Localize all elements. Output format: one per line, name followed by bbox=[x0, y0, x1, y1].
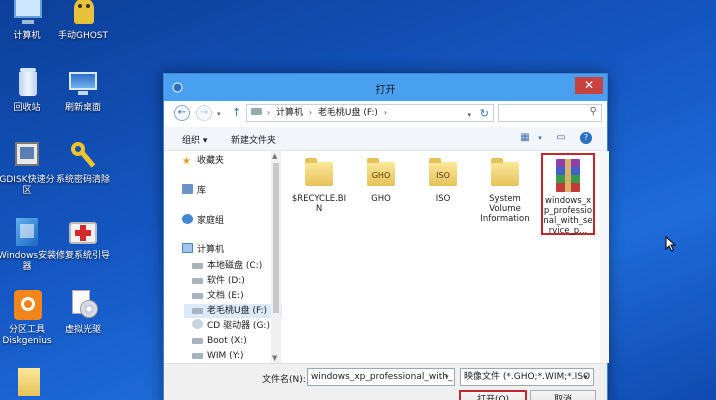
repair-kit-icon bbox=[66, 214, 100, 248]
cd-drive-icon bbox=[192, 319, 203, 329]
nav-drive-y[interactable]: WIM (Y:) bbox=[192, 349, 282, 363]
address-dropdown-icon[interactable]: ▾ bbox=[467, 107, 471, 121]
file-list-scrollbar[interactable] bbox=[600, 151, 609, 363]
folder-icon bbox=[302, 156, 336, 190]
nav-computer[interactable]: 计算机 bbox=[182, 243, 282, 257]
chevron-right-icon: › bbox=[266, 108, 271, 117]
nav-homegroup[interactable]: 家庭组 bbox=[182, 214, 282, 228]
star-icon: ★ bbox=[182, 156, 191, 167]
folder-icon bbox=[488, 156, 522, 190]
ghost-icon bbox=[66, 0, 100, 28]
folder-icon: ISO bbox=[426, 156, 460, 190]
nav-drive-d[interactable]: 软件 (D:) bbox=[192, 274, 282, 288]
up-button[interactable]: ↑ bbox=[232, 106, 241, 119]
filetype-select[interactable]: 映像文件 (*.GHO;*.WIM;*.ISO bbox=[460, 368, 594, 386]
scroll-down-icon[interactable]: ▼ bbox=[272, 354, 277, 362]
preview-pane-icon[interactable]: ▭ bbox=[554, 131, 568, 145]
refresh-icon[interactable]: ↻ bbox=[480, 106, 489, 121]
help-icon[interactable]: ? bbox=[580, 132, 592, 144]
command-toolbar: 组织 ▾ 新建文件夹 ▦ ▾ ▭ ? bbox=[164, 127, 607, 151]
desktop-icon-windows-installer[interactable]: Windows安装器 bbox=[0, 214, 57, 273]
recent-locations-dropdown[interactable]: ▾ bbox=[217, 110, 221, 118]
open-file-dialog: 打开 ✕ ← → ▾ ↑ › 计算机 › 老毛桃U盘 (F:) › ▾ ↻ ⚲ … bbox=[163, 73, 609, 400]
chevron-right-icon: › bbox=[383, 108, 387, 117]
navigation-bar: ← → ▾ ↑ › 计算机 › 老毛桃U盘 (F:) › ▾ ↻ ⚲ bbox=[164, 101, 607, 127]
nav-favorites[interactable]: ★ 收藏夹 bbox=[182, 154, 282, 168]
mouse-pointer-icon bbox=[665, 236, 677, 252]
filename-dropdown-icon[interactable]: ▾ bbox=[445, 373, 449, 381]
file-item-recycle-bin[interactable]: $RECYCLE.BIN bbox=[290, 153, 348, 214]
recycle-bin-icon bbox=[10, 66, 44, 100]
file-item-iso[interactable]: ISO ISO bbox=[414, 153, 472, 204]
scroll-up-icon[interactable]: ▲ bbox=[272, 152, 277, 160]
desktop-icon-virtual-drive[interactable]: 虚拟光驱 bbox=[53, 288, 113, 336]
nav-drive-x[interactable]: Boot (X:) bbox=[192, 334, 282, 348]
refresh-desktop-icon bbox=[66, 66, 100, 100]
folder-icon: GHO bbox=[364, 156, 398, 190]
view-options-icon[interactable]: ▦ bbox=[518, 131, 532, 145]
file-list: $RECYCLE.BIN GHO GHO ISO ISO System Volu… bbox=[282, 151, 600, 363]
dialog-footer: 文件名(N): windows_xp_professional_with_ ▾ … bbox=[164, 363, 607, 400]
library-icon bbox=[182, 184, 193, 194]
gdisk-icon bbox=[10, 138, 44, 172]
drive-icon bbox=[192, 278, 203, 284]
desktop-icon-password-clear[interactable]: 系统密码清除 bbox=[53, 138, 113, 186]
back-button[interactable]: ← bbox=[174, 105, 190, 121]
breadcrumb-drive-f[interactable]: 老毛桃U盘 (F:) bbox=[318, 108, 378, 118]
desktop-icon-ghost[interactable]: 手动GHOST bbox=[53, 0, 113, 42]
filetype-dropdown-icon[interactable]: ▾ bbox=[584, 373, 588, 381]
desktop-icon-refresh[interactable]: 刷新桌面 bbox=[53, 66, 113, 114]
chevron-right-icon: › bbox=[308, 108, 313, 117]
homegroup-icon bbox=[182, 214, 193, 224]
search-input[interactable]: ⚲ bbox=[498, 104, 602, 122]
drive-icon bbox=[192, 338, 203, 344]
nav-libraries[interactable]: 库 bbox=[182, 184, 282, 198]
computer-icon bbox=[182, 243, 193, 253]
new-folder-button[interactable]: 新建文件夹 bbox=[231, 133, 276, 146]
desktop-icon-recycle-bin[interactable]: 回收站 bbox=[0, 66, 57, 114]
computer-icon bbox=[10, 0, 44, 28]
breadcrumb-computer[interactable]: 计算机 bbox=[276, 108, 303, 118]
drive-icon bbox=[251, 108, 262, 115]
nav-scrollbar[interactable]: ▲ ▼ bbox=[271, 151, 281, 363]
nav-drive-f[interactable]: 老毛桃U盘 (F:) bbox=[184, 304, 282, 318]
organize-button[interactable]: 组织 ▾ bbox=[182, 133, 207, 146]
desktop-icon-repair-boot[interactable]: 修复系统引导 bbox=[53, 214, 113, 262]
cancel-button[interactable]: 取消 bbox=[530, 390, 596, 400]
file-item-windows-xp-iso[interactable]: windows_xp_professional_with_service_p..… bbox=[541, 153, 595, 236]
navigation-pane: ★ 收藏夹 库 家庭组 计算机 本地磁盘 (C:) 软件 (D:) 文档 (E:)… bbox=[164, 151, 282, 363]
usb-drive-icon bbox=[192, 308, 203, 314]
close-button[interactable]: ✕ bbox=[575, 77, 603, 94]
drive-icon bbox=[192, 263, 203, 269]
folder-icon bbox=[10, 362, 44, 396]
drive-icon bbox=[192, 353, 203, 359]
address-bar[interactable]: › 计算机 › 老毛桃U盘 (F:) › ▾ ↻ bbox=[246, 104, 494, 122]
scroll-thumb[interactable] bbox=[273, 163, 279, 313]
desktop-icon-computer[interactable]: 计算机 bbox=[0, 0, 57, 42]
desktop-icon-folder-partial[interactable] bbox=[0, 362, 57, 399]
file-item-system-volume-information[interactable]: System Volume Information bbox=[476, 153, 534, 224]
filename-label: 文件名(N): bbox=[262, 375, 306, 385]
dialog-title: 打开 bbox=[375, 85, 396, 96]
dialog-titlebar[interactable]: 打开 ✕ bbox=[164, 74, 607, 101]
nav-drive-e[interactable]: 文档 (E:) bbox=[192, 289, 282, 303]
desktop-icon-gdisk[interactable]: GDISK快速分区 bbox=[0, 138, 57, 197]
desktop-icon-diskgenius[interactable]: 分区工具Diskgenius bbox=[0, 288, 57, 347]
diskgenius-icon bbox=[10, 288, 44, 322]
nav-drive-g[interactable]: CD 驱动器 (G:) bbox=[192, 319, 282, 333]
view-dropdown-icon[interactable]: ▾ bbox=[533, 131, 547, 145]
filename-input[interactable]: windows_xp_professional_with_ bbox=[307, 368, 455, 386]
open-button[interactable]: 打开(O) bbox=[459, 390, 527, 400]
key-icon bbox=[66, 138, 100, 172]
drive-icon bbox=[192, 293, 203, 299]
nav-drive-c[interactable]: 本地磁盘 (C:) bbox=[192, 259, 282, 273]
forward-button[interactable]: → bbox=[196, 105, 212, 121]
windows-installer-icon bbox=[10, 214, 44, 248]
search-icon: ⚲ bbox=[589, 106, 597, 117]
virtual-drive-icon bbox=[66, 288, 100, 322]
file-item-gho[interactable]: GHO GHO bbox=[352, 153, 410, 204]
winrar-archive-icon bbox=[551, 158, 585, 192]
